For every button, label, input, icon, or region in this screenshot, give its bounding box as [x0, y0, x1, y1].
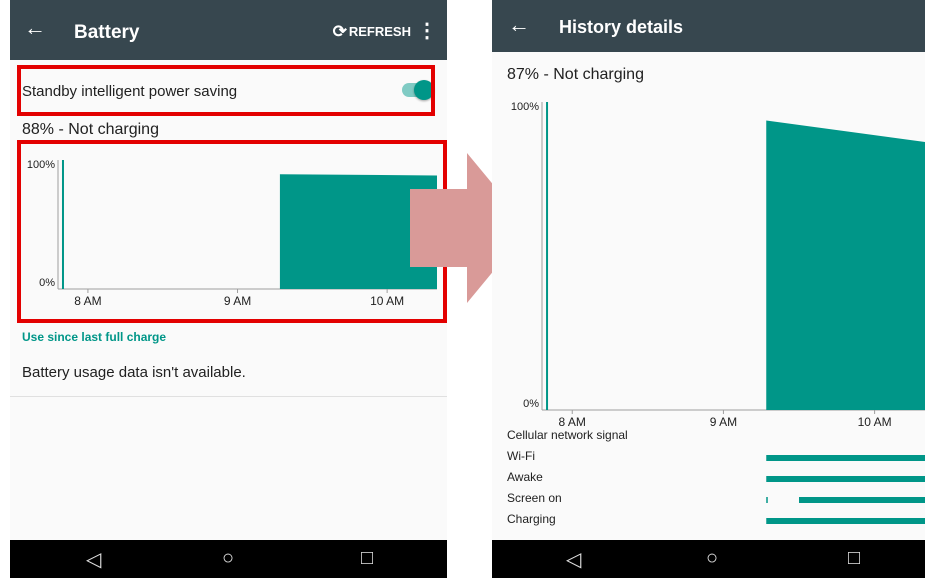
screen-on-label: Screen on [507, 491, 562, 505]
back-arrow-icon[interactable]: ← [24, 15, 46, 41]
nav-home-icon[interactable]: ○ [706, 547, 718, 570]
signal-bar [766, 518, 925, 524]
refresh-label: REFRESH [348, 24, 411, 39]
battery-status: 87% - Not charging [507, 66, 644, 83]
divider [10, 396, 447, 397]
highlight-box-chart [17, 140, 447, 323]
history-details-screen: ← History details 87% - Not charging 0% 1… [492, 0, 925, 578]
charging-label: Charging [507, 512, 556, 526]
navigation-bar: ◁ ○ □ [10, 540, 447, 578]
y-tick-label: 100% [511, 101, 539, 113]
usage-since-full-charge-link[interactable]: Use since last full charge [22, 330, 166, 344]
nav-home-icon[interactable]: ○ [222, 547, 234, 570]
page-title: Battery [74, 22, 140, 43]
highlight-box-toggle [17, 65, 435, 116]
signal-bar [766, 497, 768, 503]
wifi-label: Wi-Fi [507, 449, 535, 463]
x-tick-label: 8 AM [559, 415, 586, 429]
nav-back-icon[interactable]: ◁ [86, 547, 101, 572]
navigation-bar: ◁ ○ □ [492, 540, 925, 578]
x-tick-label: 9 AM [710, 415, 737, 429]
usage-unavailable-message: Battery usage data isn't available. [22, 364, 246, 381]
x-tick-label: 10 AM [858, 415, 892, 429]
signal-bar [766, 455, 925, 461]
history-chart[interactable]: 0% 100% 8 AM 9 AM 10 AM Cellular network sign… [492, 90, 925, 540]
page-title: History details [559, 17, 684, 37]
app-bar: ← Battery ⟳ REFRESH ⋮ [10, 0, 447, 60]
signal-bar [799, 497, 925, 503]
battery-level-area [766, 120, 925, 411]
app-bar: ← History details [492, 0, 925, 52]
nav-back-icon[interactable]: ◁ [566, 547, 581, 572]
overflow-menu-icon[interactable]: ⋮ [417, 18, 437, 43]
awake-label: Awake [507, 470, 543, 484]
y-tick-label: 0% [523, 398, 539, 410]
cellular-signal-label: Cellular network signal [507, 428, 628, 442]
nav-recents-icon[interactable]: □ [361, 547, 373, 570]
battery-status: 88% - Not charging [22, 121, 159, 138]
refresh-icon: ⟳ [332, 22, 347, 41]
back-arrow-icon[interactable]: ← [508, 12, 530, 38]
signal-bar [766, 476, 925, 482]
nav-recents-icon[interactable]: □ [848, 547, 860, 570]
refresh-button[interactable]: ⟳ REFRESH [333, 22, 411, 42]
